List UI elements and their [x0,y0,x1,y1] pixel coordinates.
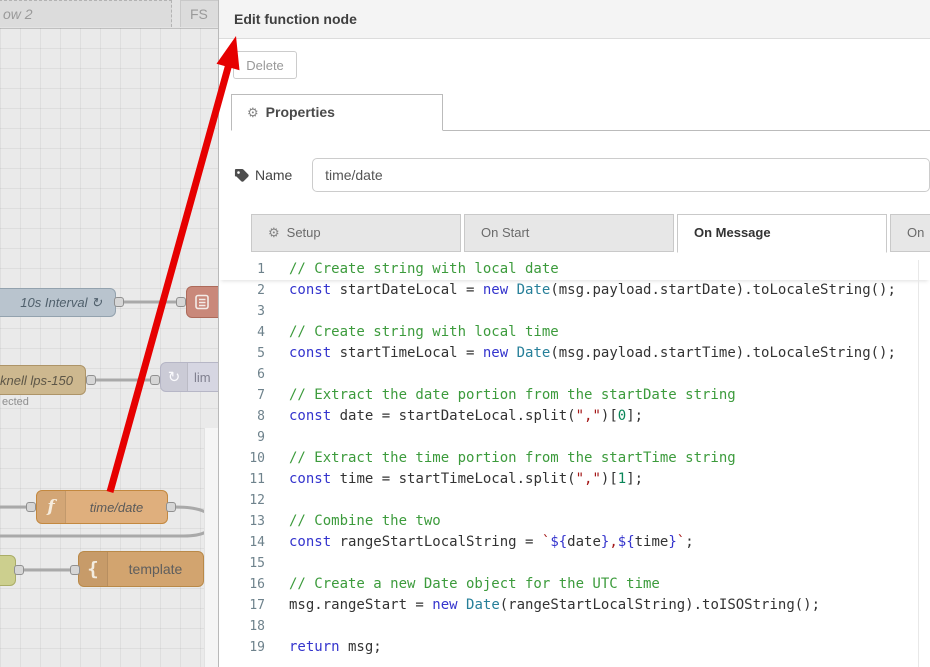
gear-icon: ⚙ [268,225,280,240]
line-number: 15 [219,553,289,574]
delete-button[interactable]: Delete [233,51,297,79]
code-line: 13// Combine the two [219,511,930,532]
tab-on-message-label: On Message [694,225,771,240]
port[interactable] [176,297,186,307]
node-serial-label: knell lps-150 [0,373,73,388]
port[interactable] [86,375,96,385]
node-serial[interactable]: knell lps-150 [0,365,86,395]
code-line: 3 [219,301,930,322]
node-inject[interactable]: 10s Interval ↻ [0,288,116,317]
line-number: 1 [219,259,289,280]
properties-tab-label: Properties [266,104,335,120]
code-line: 12 [219,490,930,511]
node-status-text: ected [2,396,29,408]
code-line: 17msg.rangeStart = new Date(rangeStartLo… [219,595,930,616]
name-input[interactable] [312,158,930,192]
tab-on-message[interactable]: On Message [677,214,887,253]
code-line: 2const startDateLocal = new Date(msg.pay… [219,280,930,301]
tab-setup[interactable]: ⚙ Setup [251,214,461,252]
tab-on-start[interactable]: On Start [464,214,674,252]
line-number: 4 [219,322,289,343]
line-number: 17 [219,595,289,616]
tab-setup-label: Setup [287,225,321,240]
code-line: 10// Extract the time portion from the s… [219,448,930,469]
dialog-title: Edit function node [219,0,930,39]
line-number: 19 [219,637,289,658]
properties-tab-row: ⚙ Properties [231,93,930,131]
tab-on-stop[interactable]: On [890,214,930,252]
name-label: Name [234,167,312,183]
code-line: 16// Create a new Date object for the UT… [219,574,930,595]
line-number: 2 [219,280,289,301]
line-number: 18 [219,616,289,637]
node-function-timedate[interactable]: f time/date [36,490,168,524]
name-row: Name [234,157,930,193]
port[interactable] [114,297,124,307]
line-number: 3 [219,301,289,322]
gear-icon: ⚙ [247,105,259,120]
tab-on-stop-label: On [907,225,924,240]
tab-on-start-label: On Start [481,225,529,240]
node-function-label: time/date [66,500,167,515]
line-number: 9 [219,427,289,448]
dialog-toolbar: Delete [219,39,930,79]
name-label-text: Name [255,167,292,183]
node-parser[interactable] [186,286,218,318]
line-number: 14 [219,532,289,553]
code-line: 19return msg; [219,637,930,658]
code-editor[interactable]: 1// Create string with local date2const … [219,252,930,667]
node-delay[interactable]: ↻ lim [160,362,218,392]
port[interactable] [26,502,36,512]
function-tabs: ⚙ Setup On Start On Message On [251,214,930,253]
document-lines-icon [187,287,217,317]
node-delay-label: lim [194,370,211,385]
code-line: 11const time = startTimeLocal.split(",")… [219,469,930,490]
brace-icon: { [79,552,108,586]
canvas-scrollbar[interactable] [204,428,218,667]
edit-function-dialog: Edit function node Delete ⚙ Properties Na… [218,0,930,667]
line-number: 10 [219,448,289,469]
port[interactable] [70,565,80,575]
line-number: 12 [219,490,289,511]
timer-icon: ↻ [161,363,188,391]
flow-canvas[interactable]: ow 2 FS 10s Interval ↻ [0,0,218,667]
line-number: 16 [219,574,289,595]
code-line: 18 [219,616,930,637]
port[interactable] [150,375,160,385]
tab-properties[interactable]: ⚙ Properties [231,94,443,131]
port[interactable] [166,502,176,512]
function-icon: f [37,491,66,523]
code-line: 7// Extract the date portion from the st… [219,385,930,406]
editor-scrollbar-edge [918,260,919,667]
code-line: 15 [219,553,930,574]
code-line: 1// Create string with local date [219,259,930,280]
line-number: 8 [219,406,289,427]
code-line: 9 [219,427,930,448]
line-number: 7 [219,385,289,406]
code-line: 14const rangeStartLocalString = `${date}… [219,532,930,553]
code-line: 4// Create string with local time [219,322,930,343]
code-line: 8const date = startDateLocal.split(",")[… [219,406,930,427]
port[interactable] [14,565,24,575]
node-template-label: template [108,561,203,577]
node-template[interactable]: { template [78,551,204,587]
node-red-app: ow 2 FS 10s Interval ↻ [0,0,930,667]
tag-icon [234,168,249,183]
line-number: 11 [219,469,289,490]
line-number: 13 [219,511,289,532]
code-line: 5const startTimeLocal = new Date(msg.pay… [219,343,930,364]
node-inject-label: 10s Interval ↻ [20,295,102,311]
line-number: 6 [219,364,289,385]
line-number: 5 [219,343,289,364]
code-line: 6 [219,364,930,385]
